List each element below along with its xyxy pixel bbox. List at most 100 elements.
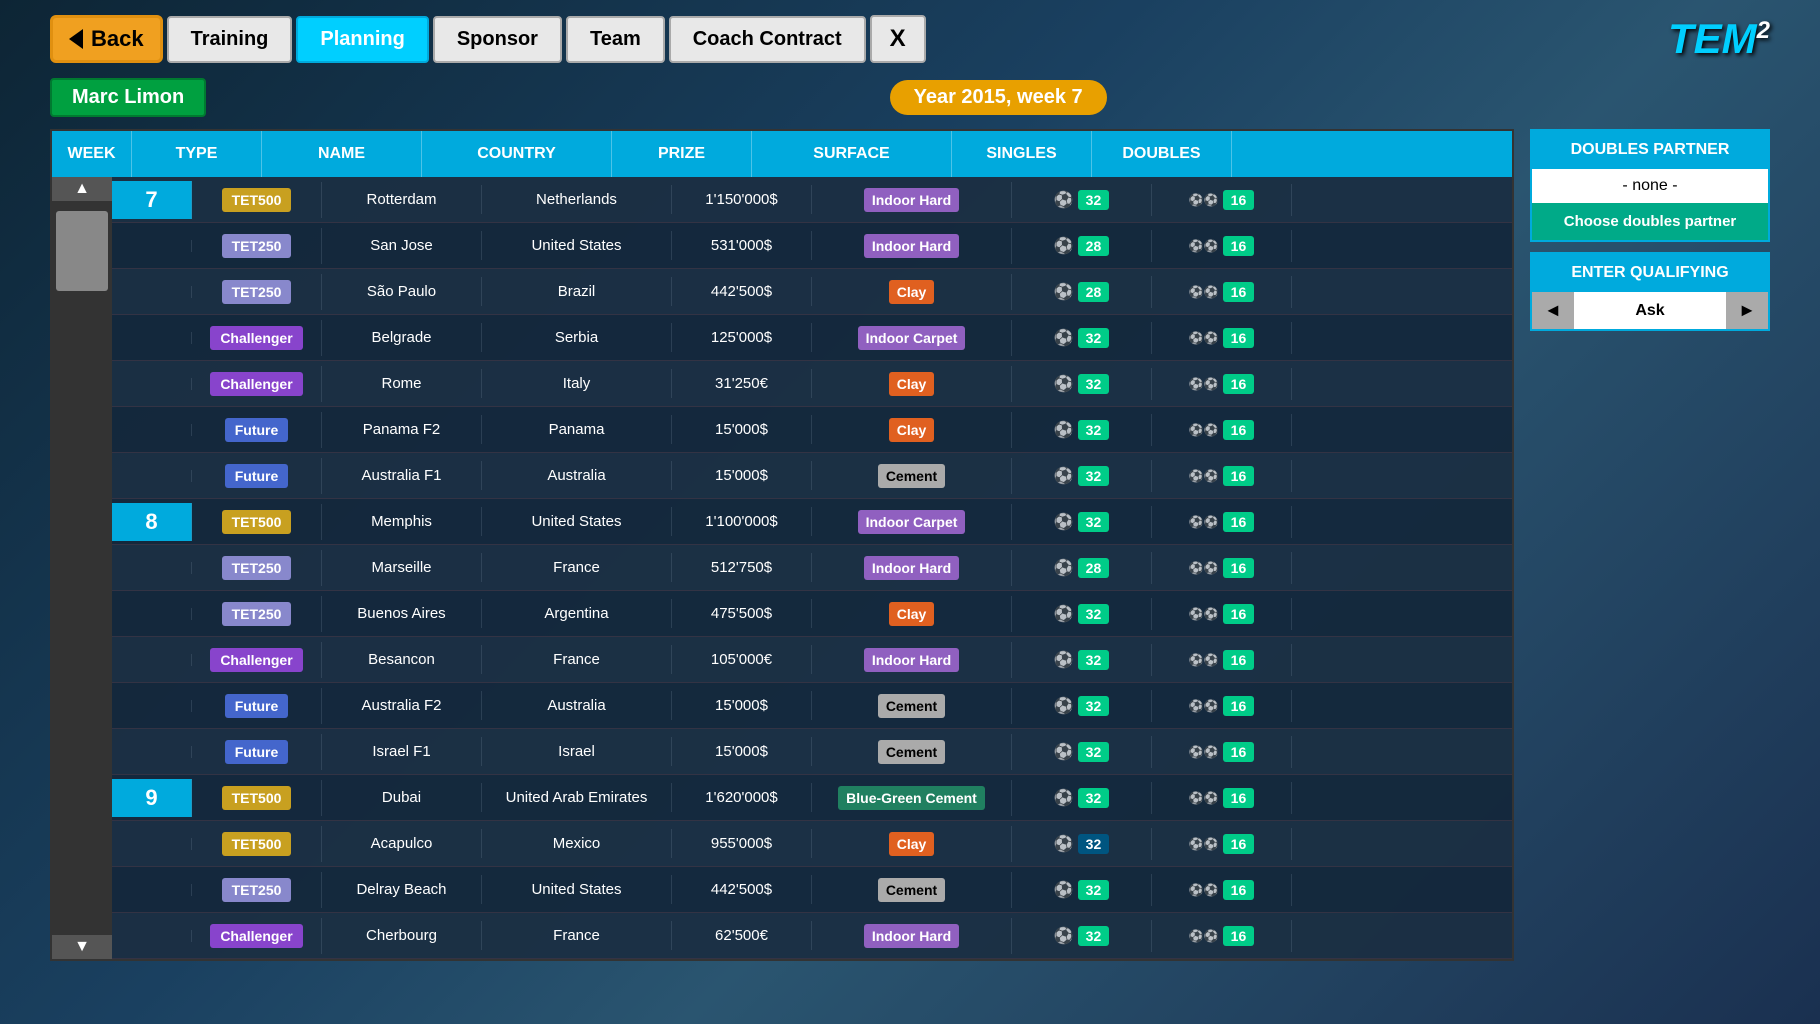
- back-button[interactable]: Back: [50, 15, 163, 63]
- table-row[interactable]: TET250São PauloBrazil442'500$Clay⚽28⚽⚽16: [112, 269, 1512, 315]
- surface-cell: Indoor Hard: [812, 918, 1012, 954]
- doubles-cell: ⚽⚽16: [1152, 828, 1292, 860]
- type-cell: TET500: [192, 504, 322, 540]
- table-row[interactable]: TET250San JoseUnited States531'000$Indoo…: [112, 223, 1512, 269]
- coach-contract-tab[interactable]: Coach Contract: [669, 16, 866, 63]
- type-cell: TET500: [192, 780, 322, 816]
- name-cell: Delray Beach: [322, 875, 482, 904]
- country-cell: Brazil: [482, 277, 672, 306]
- col-singles: SINGLES: [952, 131, 1092, 177]
- table-row[interactable]: ChallengerBelgradeSerbia125'000$Indoor C…: [112, 315, 1512, 361]
- ask-right-arrow[interactable]: ►: [1726, 292, 1768, 329]
- enter-qualifying-label: ENTER QUALIFYING: [1532, 254, 1768, 292]
- table-row[interactable]: TET500AcapulcoMexico955'000$Clay⚽32⚽⚽16: [112, 821, 1512, 867]
- name-cell: Rotterdam: [322, 185, 482, 214]
- surface-cell: Indoor Hard: [812, 228, 1012, 264]
- table-row[interactable]: ChallengerBesanconFrance105'000€Indoor H…: [112, 637, 1512, 683]
- singles-cell: ⚽28: [1012, 552, 1152, 584]
- week-cell: [112, 608, 192, 620]
- table-row[interactable]: TET250Delray BeachUnited States442'500$C…: [112, 867, 1512, 913]
- table-row[interactable]: FutureIsrael F1Israel15'000$Cement⚽32⚽⚽1…: [112, 729, 1512, 775]
- ask-left-arrow[interactable]: ◄: [1532, 292, 1574, 329]
- week-cell: [112, 884, 192, 896]
- choose-doubles-partner-button[interactable]: Choose doubles partner: [1532, 203, 1768, 240]
- doubles-cell: ⚽⚽16: [1152, 736, 1292, 768]
- doubles-partner-value: - none -: [1532, 169, 1768, 203]
- table-row[interactable]: FutureAustralia F1Australia15'000$Cement…: [112, 453, 1512, 499]
- scroll-track: [52, 201, 112, 935]
- singles-cell: ⚽32: [1012, 920, 1152, 952]
- week-cell: [112, 286, 192, 298]
- name-cell: São Paulo: [322, 277, 482, 306]
- name-cell: Australia F2: [322, 691, 482, 720]
- country-cell: Australia: [482, 691, 672, 720]
- table-row[interactable]: 9TET500DubaiUnited Arab Emirates1'620'00…: [112, 775, 1512, 821]
- type-cell: Challenger: [192, 320, 322, 356]
- prize-cell: 1'620'000$: [672, 783, 812, 812]
- ask-row: ◄ Ask ►: [1532, 292, 1768, 329]
- table-row[interactable]: ChallengerCherbourgFrance62'500€Indoor H…: [112, 913, 1512, 959]
- table-body: ▲ ▼ 7TET500RotterdamNetherlands1'150'000…: [52, 177, 1512, 959]
- doubles-cell: ⚽⚽16: [1152, 414, 1292, 446]
- enter-qualifying-section: ENTER QUALIFYING ◄ Ask ►: [1530, 252, 1770, 331]
- surface-cell: Indoor Hard: [812, 642, 1012, 678]
- type-cell: Future: [192, 688, 322, 724]
- country-cell: Italy: [482, 369, 672, 398]
- doubles-cell: ⚽⚽16: [1152, 506, 1292, 538]
- col-name: NAME: [262, 131, 422, 177]
- type-cell: Challenger: [192, 366, 322, 402]
- prize-cell: 955'000$: [672, 829, 812, 858]
- name-cell: Memphis: [322, 507, 482, 536]
- col-country: COUNTRY: [422, 131, 612, 177]
- scroll-down-button[interactable]: ▼: [52, 935, 112, 959]
- singles-cell: ⚽32: [1012, 690, 1152, 722]
- table-row[interactable]: ChallengerRomeItaly31'250€Clay⚽32⚽⚽16: [112, 361, 1512, 407]
- doubles-cell: ⚽⚽16: [1152, 460, 1292, 492]
- singles-cell: ⚽32: [1012, 184, 1152, 216]
- scroll-up-button[interactable]: ▲: [52, 177, 112, 201]
- side-panel: DOUBLES PARTNER - none - Choose doubles …: [1530, 129, 1770, 961]
- scroll-thumb[interactable]: [56, 211, 108, 291]
- player-name: Marc Limon: [50, 78, 206, 117]
- table-row[interactable]: 8TET500MemphisUnited States1'100'000$Ind…: [112, 499, 1512, 545]
- name-cell: Besancon: [322, 645, 482, 674]
- country-cell: Australia: [482, 461, 672, 490]
- col-type: TYPE: [132, 131, 262, 177]
- singles-cell: ⚽32: [1012, 644, 1152, 676]
- prize-cell: 1'150'000$: [672, 185, 812, 214]
- doubles-partner-section: DOUBLES PARTNER - none - Choose doubles …: [1530, 129, 1770, 242]
- prize-cell: 15'000$: [672, 737, 812, 766]
- week-cell: [112, 332, 192, 344]
- col-doubles: DOUBLES: [1092, 131, 1232, 177]
- col-prize: PRIZE: [612, 131, 752, 177]
- prize-cell: 442'500$: [672, 875, 812, 904]
- doubles-cell: ⚽⚽16: [1152, 782, 1292, 814]
- team-tab[interactable]: Team: [566, 16, 665, 63]
- doubles-cell: ⚽⚽16: [1152, 644, 1292, 676]
- training-tab[interactable]: Training: [167, 16, 293, 63]
- doubles-cell: ⚽⚽16: [1152, 874, 1292, 906]
- table-row[interactable]: TET250MarseilleFrance512'750$Indoor Hard…: [112, 545, 1512, 591]
- table-row[interactable]: FuturePanama F2Panama15'000$Clay⚽32⚽⚽16: [112, 407, 1512, 453]
- prize-cell: 125'000$: [672, 323, 812, 352]
- type-cell: Challenger: [192, 918, 322, 954]
- week-cell: [112, 930, 192, 942]
- table-row[interactable]: 7TET500RotterdamNetherlands1'150'000$Ind…: [112, 177, 1512, 223]
- table-row[interactable]: FutureAustralia F2Australia15'000$Cement…: [112, 683, 1512, 729]
- singles-cell: ⚽28: [1012, 230, 1152, 262]
- doubles-partner-label: DOUBLES PARTNER: [1532, 131, 1768, 169]
- type-cell: TET500: [192, 826, 322, 862]
- singles-cell: ⚽32: [1012, 506, 1152, 538]
- planning-tab[interactable]: Planning: [296, 16, 428, 63]
- table-row[interactable]: TET250Buenos AiresArgentina475'500$Clay⚽…: [112, 591, 1512, 637]
- sponsor-tab[interactable]: Sponsor: [433, 16, 562, 63]
- name-cell: Acapulco: [322, 829, 482, 858]
- country-cell: Serbia: [482, 323, 672, 352]
- week-cell: [112, 746, 192, 758]
- singles-cell: ⚽32: [1012, 782, 1152, 814]
- main-area: WEEK TYPE NAME COUNTRY PRIZE SURFACE SIN…: [50, 129, 1770, 961]
- name-cell: Panama F2: [322, 415, 482, 444]
- country-cell: United States: [482, 507, 672, 536]
- close-button[interactable]: X: [870, 15, 926, 63]
- country-cell: France: [482, 645, 672, 674]
